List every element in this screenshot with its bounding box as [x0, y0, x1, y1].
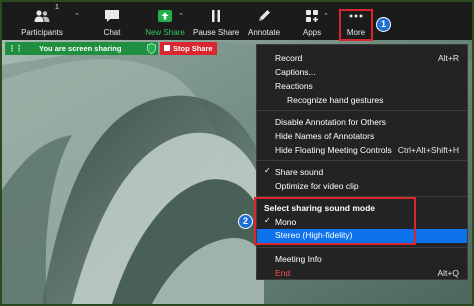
annotate-button[interactable]: Annotate [245, 2, 283, 40]
annotate-label: Annotate [247, 28, 281, 37]
menu-item-label: Disable Annotation for Others [275, 117, 387, 127]
pause-share-label: Pause Share [193, 28, 240, 37]
menu-item-label: Reactions [275, 81, 313, 91]
apps-caret-icon[interactable]: ⌃ [323, 12, 329, 20]
screen-sharing-banner[interactable]: ⋮⋮ You are screen sharing [5, 42, 158, 55]
menu-item-label: Optimize for video clip [275, 181, 359, 191]
annotate-icon [259, 10, 270, 21]
more-button-highlight-box [339, 9, 373, 41]
step-2-badge: 2 [238, 214, 253, 229]
menu-item-end[interactable]: End Alt+Q [257, 267, 467, 280]
menu-item-label: Captions... [275, 67, 316, 77]
menu-item-label: Record [275, 53, 303, 63]
shield-icon[interactable] [147, 43, 156, 54]
pause-share-button[interactable]: Pause Share [193, 2, 239, 40]
stop-icon [164, 45, 170, 51]
apps-icon [306, 10, 318, 22]
meeting-toolbar: Participants 1 ⌃ Chat New Share ⌃ Pause … [2, 2, 472, 40]
menu-item-label: Meeting Info [275, 254, 322, 264]
sharing-status-text: You are screen sharing [39, 44, 122, 53]
participants-count: 1 [55, 4, 59, 11]
participants-icon [34, 10, 50, 22]
pause-icon [212, 10, 220, 22]
menu-item-label: Share sound [275, 167, 324, 177]
menu-item-reactions[interactable]: Reactions [257, 80, 467, 93]
menu-item-optimize-video[interactable]: Optimize for video clip [257, 180, 467, 193]
menu-item-hide-annotator-names[interactable]: Hide Names of Annotators [257, 130, 467, 143]
menu-item-share-sound[interactable]: ✓ Share sound [257, 166, 467, 179]
menu-item-label: End [275, 268, 291, 278]
apps-label: Apps [302, 28, 322, 37]
chat-label: Chat [103, 28, 121, 37]
menu-divider [257, 110, 467, 111]
chat-button[interactable]: Chat [94, 2, 130, 40]
stop-share-label: Stop Share [173, 44, 213, 53]
menu-divider [257, 160, 467, 161]
sound-mode-highlight-box [254, 197, 416, 245]
menu-item-record[interactable]: Record Alt+R [257, 52, 467, 65]
menu-item-shortcut: Alt+Q [437, 268, 460, 278]
participants-caret-icon[interactable]: ⌃ [74, 12, 80, 20]
menu-item-label: Hide Floating Meeting Controls [275, 145, 392, 155]
new-share-icon [158, 10, 172, 22]
menu-item-hide-floating-controls[interactable]: Hide Floating Meeting Controls Ctrl+Alt+… [257, 144, 467, 157]
check-icon: ✓ [264, 166, 271, 175]
menu-divider [257, 247, 467, 248]
participants-label: Participants [21, 28, 63, 37]
menu-item-meeting-info[interactable]: Meeting Info [257, 253, 467, 266]
zoom-window: Participants 1 ⌃ Chat New Share ⌃ Pause … [2, 2, 472, 304]
menu-item-captions[interactable]: Captions... [257, 66, 467, 79]
menu-item-disable-annotation[interactable]: Disable Annotation for Others [257, 116, 467, 129]
drag-handle-icon[interactable]: ⋮⋮ [8, 44, 23, 53]
menu-item-recognize-hand-gestures[interactable]: Recognize hand gestures [257, 94, 467, 107]
menu-item-label: Hide Names of Annotators [275, 131, 375, 141]
menu-item-shortcut: Alt+R [437, 53, 459, 63]
menu-item-label: Recognize hand gestures [287, 95, 384, 105]
new-share-label: New Share [145, 28, 185, 37]
chat-icon [105, 10, 119, 22]
new-share-button[interactable]: New Share [142, 2, 188, 40]
stop-share-button[interactable]: Stop Share [160, 42, 217, 55]
step-1-badge: 1 [376, 17, 391, 32]
new-share-caret-icon[interactable]: ⌃ [178, 12, 184, 20]
menu-item-shortcut: Ctrl+Alt+Shift+H [397, 145, 459, 155]
apps-button[interactable]: Apps [298, 2, 326, 40]
